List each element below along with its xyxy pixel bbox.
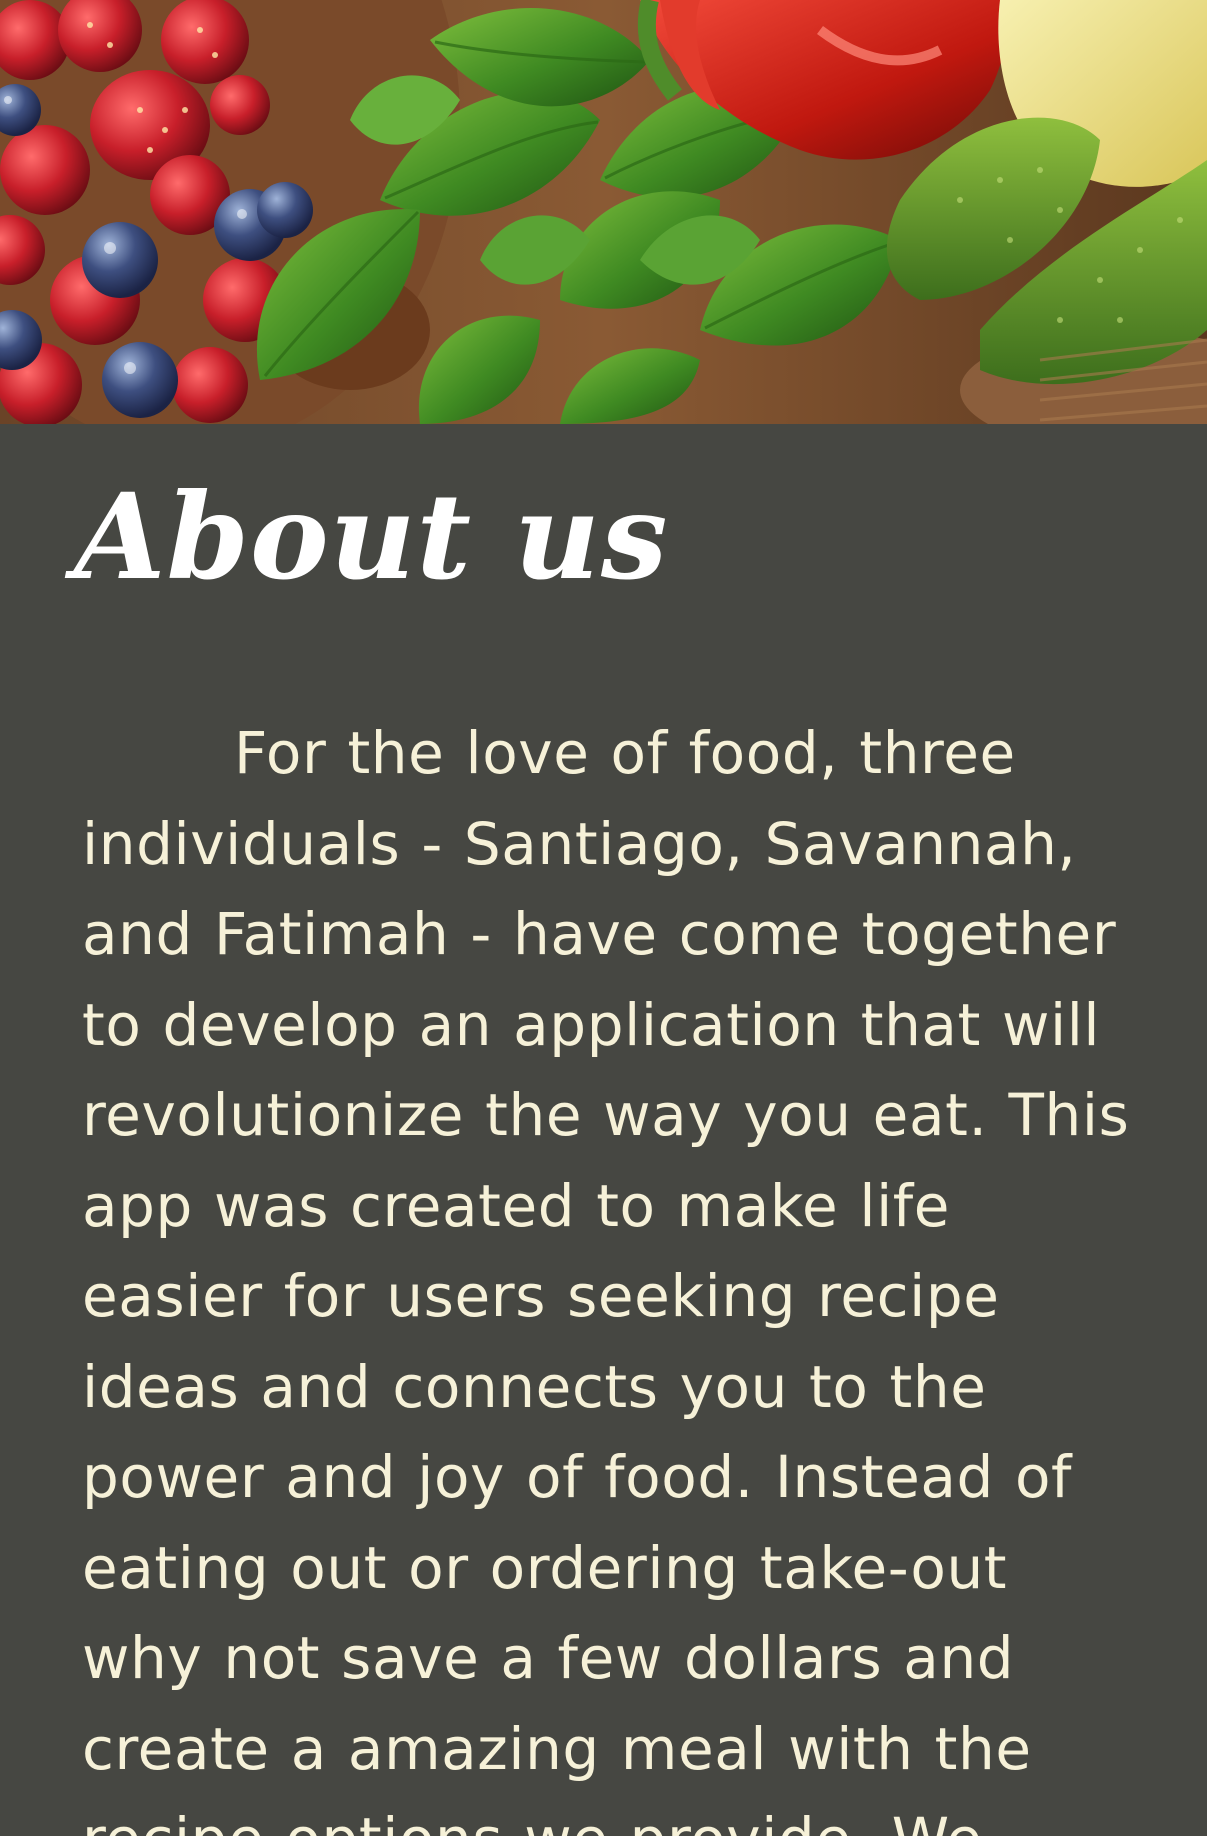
- produce-photo-illustration: [0, 0, 1207, 424]
- about-section: About us For the love of food, three ind…: [0, 424, 1207, 1836]
- about-title: About us: [74, 467, 669, 606]
- hero-produce-image: [0, 0, 1207, 424]
- about-body-text: For the love of food, three individuals …: [82, 719, 1130, 1836]
